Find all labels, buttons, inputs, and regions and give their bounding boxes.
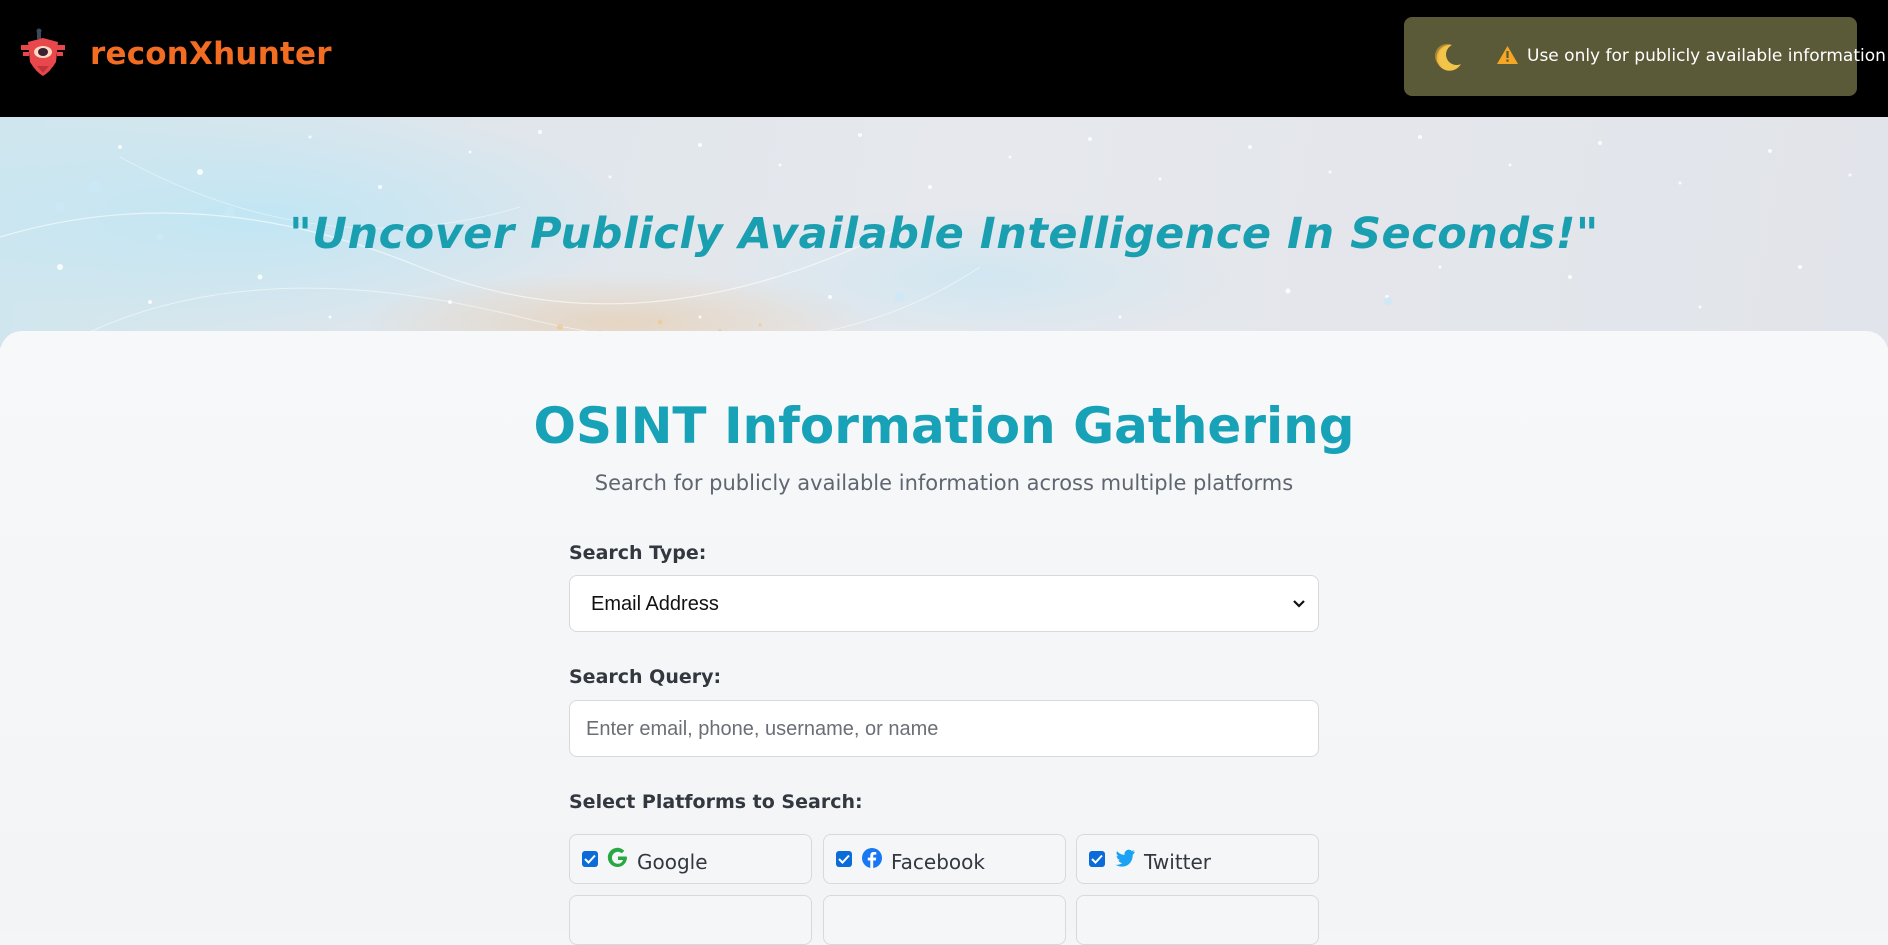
search-query-input[interactable]: Enter email, phone, username, or name [569, 700, 1319, 757]
warning-triangle-icon [1497, 46, 1518, 64]
platform-label: Facebook [891, 850, 985, 874]
platforms-label: Select Platforms to Search: [569, 791, 863, 813]
twitter-checkbox[interactable] [1089, 851, 1105, 867]
platform-option[interactable] [823, 895, 1066, 945]
search-query-label: Search Query: [569, 666, 722, 688]
google-icon [607, 847, 627, 867]
page-title: OSINT Information Gathering [533, 397, 1355, 455]
logo-icon [21, 28, 65, 76]
crescent-moon-icon[interactable] [1428, 37, 1468, 77]
disclaimer-banner: Use only for publicly available informat… [1404, 17, 1886, 96]
google-checkbox[interactable] [582, 851, 598, 867]
brand-name: reconXhunter [90, 36, 332, 72]
platform-option[interactable] [569, 895, 812, 945]
page-subtitle: Search for publicly available informatio… [594, 471, 1294, 495]
search-type-value: Email Address [591, 593, 719, 615]
hero-banner: "Uncover Publicly Available Intelligence… [0, 117, 1888, 347]
platform-option[interactable] [1076, 895, 1319, 945]
brand[interactable]: reconXhunter [18, 28, 332, 80]
hero-tagline: "Uncover Publicly Available Intelligence… [289, 209, 1599, 259]
search-type-select[interactable]: Email Address [569, 575, 1319, 632]
platform-option-google[interactable]: Google [569, 834, 812, 884]
search-query-placeholder: Enter email, phone, username, or name [586, 718, 939, 740]
disclaimer-text: Use only for publicly available informat… [1527, 46, 1886, 66]
platform-label: Twitter [1144, 850, 1212, 874]
search-panel: OSINT Information Gathering Search for p… [0, 331, 1888, 945]
search-type-label: Search Type: [569, 542, 707, 564]
top-nav-bar: reconXhunter Use only for publicly avail… [0, 0, 1888, 117]
twitter-icon [1115, 849, 1135, 867]
platform-option-facebook[interactable]: Facebook [823, 834, 1066, 884]
platform-label: Google [637, 850, 708, 874]
facebook-checkbox[interactable] [836, 851, 852, 867]
platform-option-twitter[interactable]: Twitter [1076, 834, 1319, 884]
chevron-down-icon [1293, 600, 1305, 608]
facebook-icon [862, 848, 882, 868]
